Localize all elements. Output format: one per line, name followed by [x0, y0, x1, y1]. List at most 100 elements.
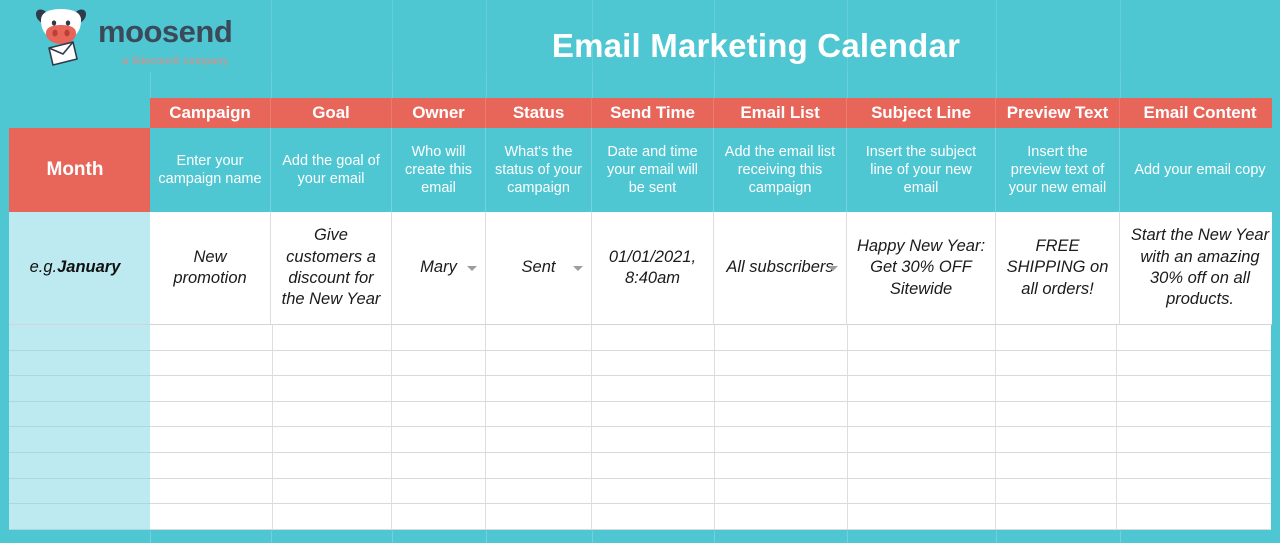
cell-status[interactable]: [486, 401, 592, 428]
cell-preview-text[interactable]: [996, 376, 1117, 402]
cell-month[interactable]: [0, 325, 150, 351]
cell-owner[interactable]: [392, 376, 486, 402]
example-owner[interactable]: Mary: [392, 212, 486, 325]
column-header-send-time[interactable]: Send Time: [592, 98, 714, 128]
chevron-down-icon[interactable]: [828, 266, 838, 271]
cell-email-content[interactable]: [1117, 478, 1271, 505]
cell-email-content[interactable]: [1117, 325, 1271, 351]
cell-owner[interactable]: [392, 452, 486, 479]
cell-email-content[interactable]: [1117, 452, 1271, 479]
cell-month[interactable]: [0, 478, 150, 505]
example-send-time[interactable]: 01/01/2021, 8:40am: [592, 212, 714, 325]
cell-subject-line[interactable]: [848, 325, 996, 351]
cell-send-time[interactable]: [592, 350, 715, 377]
cell-preview-text[interactable]: [996, 350, 1117, 377]
cell-email-list[interactable]: [715, 452, 848, 479]
cell-email-content[interactable]: [1117, 504, 1271, 530]
column-header-email-list[interactable]: Email List: [714, 98, 847, 128]
column-header-subject-line[interactable]: Subject Line: [847, 98, 996, 128]
cell-email-list[interactable]: [715, 350, 848, 377]
example-campaign[interactable]: New promotion: [150, 212, 271, 325]
cell-subject-line[interactable]: [848, 401, 996, 428]
cell-campaign[interactable]: [150, 427, 273, 453]
chevron-down-icon[interactable]: [573, 266, 583, 271]
cell-month[interactable]: [0, 427, 150, 453]
cell-goal[interactable]: [273, 401, 392, 428]
cell-send-time[interactable]: [592, 401, 715, 428]
chevron-down-icon[interactable]: [467, 266, 477, 271]
cell-status[interactable]: [486, 325, 592, 351]
cell-subject-line[interactable]: [848, 452, 996, 479]
cell-send-time[interactable]: [592, 504, 715, 530]
cell-email-list[interactable]: [715, 427, 848, 453]
cell-email-list[interactable]: [715, 478, 848, 505]
cell-campaign[interactable]: [150, 452, 273, 479]
cell-email-list[interactable]: [715, 376, 848, 402]
column-header-owner[interactable]: Owner: [392, 98, 486, 128]
cell-goal[interactable]: [273, 350, 392, 377]
cell-email-content[interactable]: [1117, 350, 1271, 377]
cell-campaign[interactable]: [150, 376, 273, 402]
column-header-email-content[interactable]: Email Content: [1120, 98, 1280, 128]
cell-email-list[interactable]: [715, 401, 848, 428]
cell-goal[interactable]: [273, 504, 392, 530]
cell-owner[interactable]: [392, 401, 486, 428]
cell-campaign[interactable]: [150, 350, 273, 377]
cell-campaign[interactable]: [150, 401, 273, 428]
cell-preview-text[interactable]: [996, 504, 1117, 530]
cell-month[interactable]: [0, 504, 150, 530]
cell-send-time[interactable]: [592, 427, 715, 453]
cell-subject-line[interactable]: [848, 350, 996, 377]
example-subject-line[interactable]: Happy New Year: Get 30% OFF Sitewide: [847, 212, 996, 325]
cell-email-content[interactable]: [1117, 376, 1271, 402]
cell-email-list[interactable]: [715, 325, 848, 351]
cell-email-content[interactable]: [1117, 401, 1271, 428]
cell-status[interactable]: [486, 452, 592, 479]
cell-goal[interactable]: [273, 376, 392, 402]
cell-status[interactable]: [486, 376, 592, 402]
cell-email-content[interactable]: [1117, 427, 1271, 453]
cell-campaign[interactable]: [150, 504, 273, 530]
cell-owner[interactable]: [392, 325, 486, 351]
cell-send-time[interactable]: [592, 478, 715, 505]
cell-status[interactable]: [486, 427, 592, 453]
cell-preview-text[interactable]: [996, 325, 1117, 351]
column-header-goal[interactable]: Goal: [271, 98, 392, 128]
cell-preview-text[interactable]: [996, 478, 1117, 505]
cell-subject-line[interactable]: [848, 427, 996, 453]
cell-goal[interactable]: [273, 452, 392, 479]
cell-month[interactable]: [0, 350, 150, 377]
example-email-list[interactable]: All subscribers: [714, 212, 847, 325]
cell-send-time[interactable]: [592, 452, 715, 479]
cell-status[interactable]: [486, 478, 592, 505]
example-month[interactable]: e.g. January: [0, 212, 150, 325]
cell-preview-text[interactable]: [996, 452, 1117, 479]
column-header-campaign[interactable]: Campaign: [150, 98, 271, 128]
cell-month[interactable]: [0, 376, 150, 402]
cell-subject-line[interactable]: [848, 376, 996, 402]
cell-goal[interactable]: [273, 325, 392, 351]
column-header-preview-text[interactable]: Preview Text: [996, 98, 1120, 128]
cell-campaign[interactable]: [150, 325, 273, 351]
cell-status[interactable]: [486, 504, 592, 530]
cell-month[interactable]: [0, 401, 150, 428]
example-status[interactable]: Sent: [486, 212, 592, 325]
cell-send-time[interactable]: [592, 325, 715, 351]
cell-month[interactable]: [0, 452, 150, 479]
example-preview-text[interactable]: FREE SHIPPING on all orders!: [996, 212, 1120, 325]
cell-owner[interactable]: [392, 504, 486, 530]
cell-goal[interactable]: [273, 478, 392, 505]
cell-goal[interactable]: [273, 427, 392, 453]
cell-owner[interactable]: [392, 350, 486, 377]
cell-owner[interactable]: [392, 427, 486, 453]
cell-preview-text[interactable]: [996, 401, 1117, 428]
cell-campaign[interactable]: [150, 478, 273, 505]
example-goal[interactable]: Give customers a discount for the New Ye…: [271, 212, 392, 325]
cell-subject-line[interactable]: [848, 504, 996, 530]
cell-subject-line[interactable]: [848, 478, 996, 505]
cell-email-list[interactable]: [715, 504, 848, 530]
example-email-content[interactable]: Start the New Year with an amazing 30% o…: [1120, 212, 1280, 325]
cell-status[interactable]: [486, 350, 592, 377]
cell-owner[interactable]: [392, 478, 486, 505]
column-header-status[interactable]: Status: [486, 98, 592, 128]
